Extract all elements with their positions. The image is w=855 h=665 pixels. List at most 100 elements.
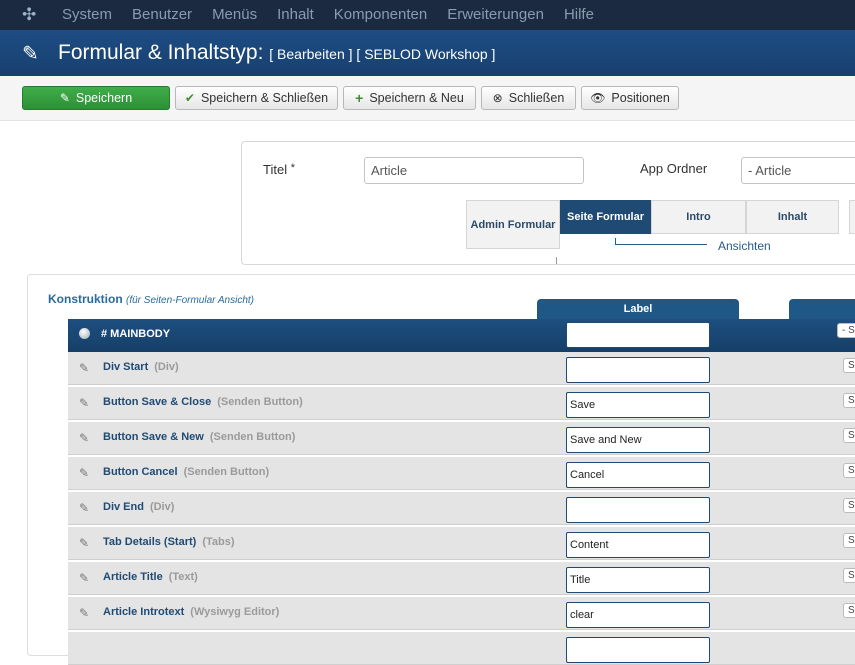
required-mark: * xyxy=(290,162,295,174)
close-circle-icon: ⊗ xyxy=(492,91,503,105)
field-label-input[interactable]: Save and New xyxy=(566,427,710,453)
close-button[interactable]: ⊗ Schließen xyxy=(481,86,576,110)
field-row[interactable] xyxy=(68,632,855,665)
pencil-icon[interactable]: ✎ xyxy=(79,501,89,515)
field-label-input[interactable]: Title xyxy=(566,567,710,593)
mainbody-select[interactable]: - S xyxy=(837,323,855,338)
field-name: Div End (Div) xyxy=(103,501,175,513)
tab-more[interactable] xyxy=(849,200,855,234)
field-name: Div Start (Div) xyxy=(103,361,179,373)
plus-icon: + xyxy=(355,90,364,106)
page-subtitle: [ Bearbeiten ] [ SEBLOD Workshop ] xyxy=(269,46,496,62)
views-bracket-line xyxy=(615,244,707,245)
field-type: (Div) xyxy=(154,361,179,373)
field-row[interactable]: ✎ Article Title (Text) xyxy=(68,562,855,595)
page-title: Formular & Inhaltstyp: [ Bearbeiten ] [ … xyxy=(58,41,495,65)
mainbody-label: # MAINBODY xyxy=(101,328,171,340)
radio-dot-icon[interactable] xyxy=(79,328,90,339)
field-label-input[interactable] xyxy=(566,637,710,663)
field-label-input[interactable]: Save xyxy=(566,392,710,418)
field-row[interactable]: ✎ Button Cancel (Senden Button) xyxy=(68,457,855,490)
views-label: Ansichten xyxy=(718,239,771,253)
check-icon: ✔ xyxy=(184,91,195,105)
menu-item-menus[interactable]: Menüs xyxy=(212,0,257,30)
save-button-label: Speichern xyxy=(75,91,133,105)
toolbar: ✎ Speichern ✔ Speichern & Schließen + Sp… xyxy=(0,76,855,121)
field-select[interactable]: S xyxy=(843,603,855,618)
menu-item-components[interactable]: Komponenten xyxy=(334,0,427,30)
close-label: Schließen xyxy=(508,91,565,105)
field-row[interactable]: ✎ Article Introtext (Wysiwyg Editor) xyxy=(68,597,855,630)
field-label-input[interactable]: Content xyxy=(566,532,710,558)
field-row[interactable]: ✎ Button Save & Close (Senden Button) xyxy=(68,387,855,420)
positions-label: Positionen xyxy=(611,91,670,105)
joomla-logo-icon[interactable]: ✣ xyxy=(22,6,40,24)
menu-item-users[interactable]: Benutzer xyxy=(132,0,192,30)
field-select[interactable]: S xyxy=(843,568,855,583)
construction-title: Konstruktion (für Seiten-Formular Ansich… xyxy=(48,292,254,306)
mainbody-row[interactable]: # MAINBODY xyxy=(68,319,855,352)
field-name: Button Save & New (Senden Button) xyxy=(103,431,296,443)
menu-item-help[interactable]: Hilfe xyxy=(564,0,594,30)
field-name: Article Title (Text) xyxy=(103,571,198,583)
field-name: Article Introtext (Wysiwyg Editor) xyxy=(103,606,280,618)
positions-button[interactable]: 👁 Positionen xyxy=(581,86,679,110)
field-name: Button Save & Close (Senden Button) xyxy=(103,396,303,408)
field-select[interactable]: S xyxy=(843,498,855,513)
pencil-icon[interactable]: ✎ xyxy=(79,536,89,550)
field-type: (Tabs) xyxy=(202,536,235,548)
construction-title-text: Konstruktion xyxy=(48,292,123,306)
field-select[interactable]: S xyxy=(843,463,855,478)
save-new-button[interactable]: + Speichern & Neu xyxy=(343,86,476,110)
top-navigation: ✣ System Benutzer Menüs Inhalt Komponent… xyxy=(0,0,855,30)
field-type: (Text) xyxy=(168,571,198,583)
title-label: Titel * xyxy=(263,162,295,177)
pencil-icon[interactable]: ✎ xyxy=(79,396,89,410)
field-label-input[interactable] xyxy=(566,357,710,383)
field-type: (Senden Button) xyxy=(217,396,303,408)
pencil-icon[interactable]: ✎ xyxy=(79,606,89,620)
tab-site-form[interactable]: Seite Formular xyxy=(560,200,651,234)
pencil-icon[interactable]: ✎ xyxy=(79,431,89,445)
tab-intro[interactable]: Intro xyxy=(651,200,746,234)
field-type: (Senden Button) xyxy=(183,466,270,478)
menu-item-extensions[interactable]: Erweiterungen xyxy=(447,0,544,30)
eye-icon: 👁 xyxy=(590,91,606,105)
menu-item-content[interactable]: Inhalt xyxy=(277,0,314,30)
field-type: (Div) xyxy=(149,501,175,513)
field-type: (Wysiwyg Editor) xyxy=(190,606,280,618)
field-label-input[interactable] xyxy=(566,497,710,523)
field-select[interactable]: S xyxy=(843,393,855,408)
field-row[interactable]: ✎ Tab Details (Start) (Tabs) xyxy=(68,527,855,560)
menu-item-system[interactable]: System xyxy=(62,0,112,30)
field-name: Button Cancel (Senden Button) xyxy=(103,466,270,478)
field-select[interactable]: S xyxy=(843,358,855,373)
field-row[interactable]: ✎ Div End (Div) xyxy=(68,492,855,525)
pencil-icon[interactable]: ✎ xyxy=(79,466,89,480)
app-folder-select[interactable]: - Article xyxy=(741,157,855,184)
field-row[interactable]: ✎ Div Start (Div) xyxy=(68,352,855,385)
edit-pen-icon: ✎ xyxy=(22,43,39,65)
construction-subtitle: (für Seiten-Formular Ansicht) xyxy=(126,295,255,306)
field-select[interactable]: S xyxy=(843,533,855,548)
field-type: (Senden Button) xyxy=(209,431,296,443)
mainbody-label-input[interactable] xyxy=(566,322,710,348)
second-column-tab[interactable] xyxy=(789,299,855,319)
pencil-icon[interactable]: ✎ xyxy=(79,361,89,375)
title-input[interactable]: Article xyxy=(364,157,584,184)
tab-content[interactable]: Inhalt xyxy=(746,200,839,234)
save-button[interactable]: ✎ Speichern xyxy=(22,86,170,110)
field-label-input[interactable]: Cancel xyxy=(566,462,710,488)
app-folder-label: App Ordner xyxy=(640,161,708,176)
divider-tick xyxy=(556,257,557,264)
edit-icon: ✎ xyxy=(59,91,70,105)
tab-admin-form[interactable]: Admin Formular xyxy=(466,200,560,249)
label-column-tab[interactable]: Label xyxy=(537,299,739,319)
save-close-button[interactable]: ✔ Speichern & Schließen xyxy=(175,86,338,110)
field-name: Tab Details (Start) (Tabs) xyxy=(103,536,235,548)
page-title-text: Formular & Inhaltstyp: xyxy=(58,41,264,64)
field-select[interactable]: S xyxy=(843,428,855,443)
field-label-input[interactable]: clear xyxy=(566,602,710,628)
pencil-icon[interactable]: ✎ xyxy=(79,571,89,585)
field-row[interactable]: ✎ Button Save & New (Senden Button) xyxy=(68,422,855,455)
